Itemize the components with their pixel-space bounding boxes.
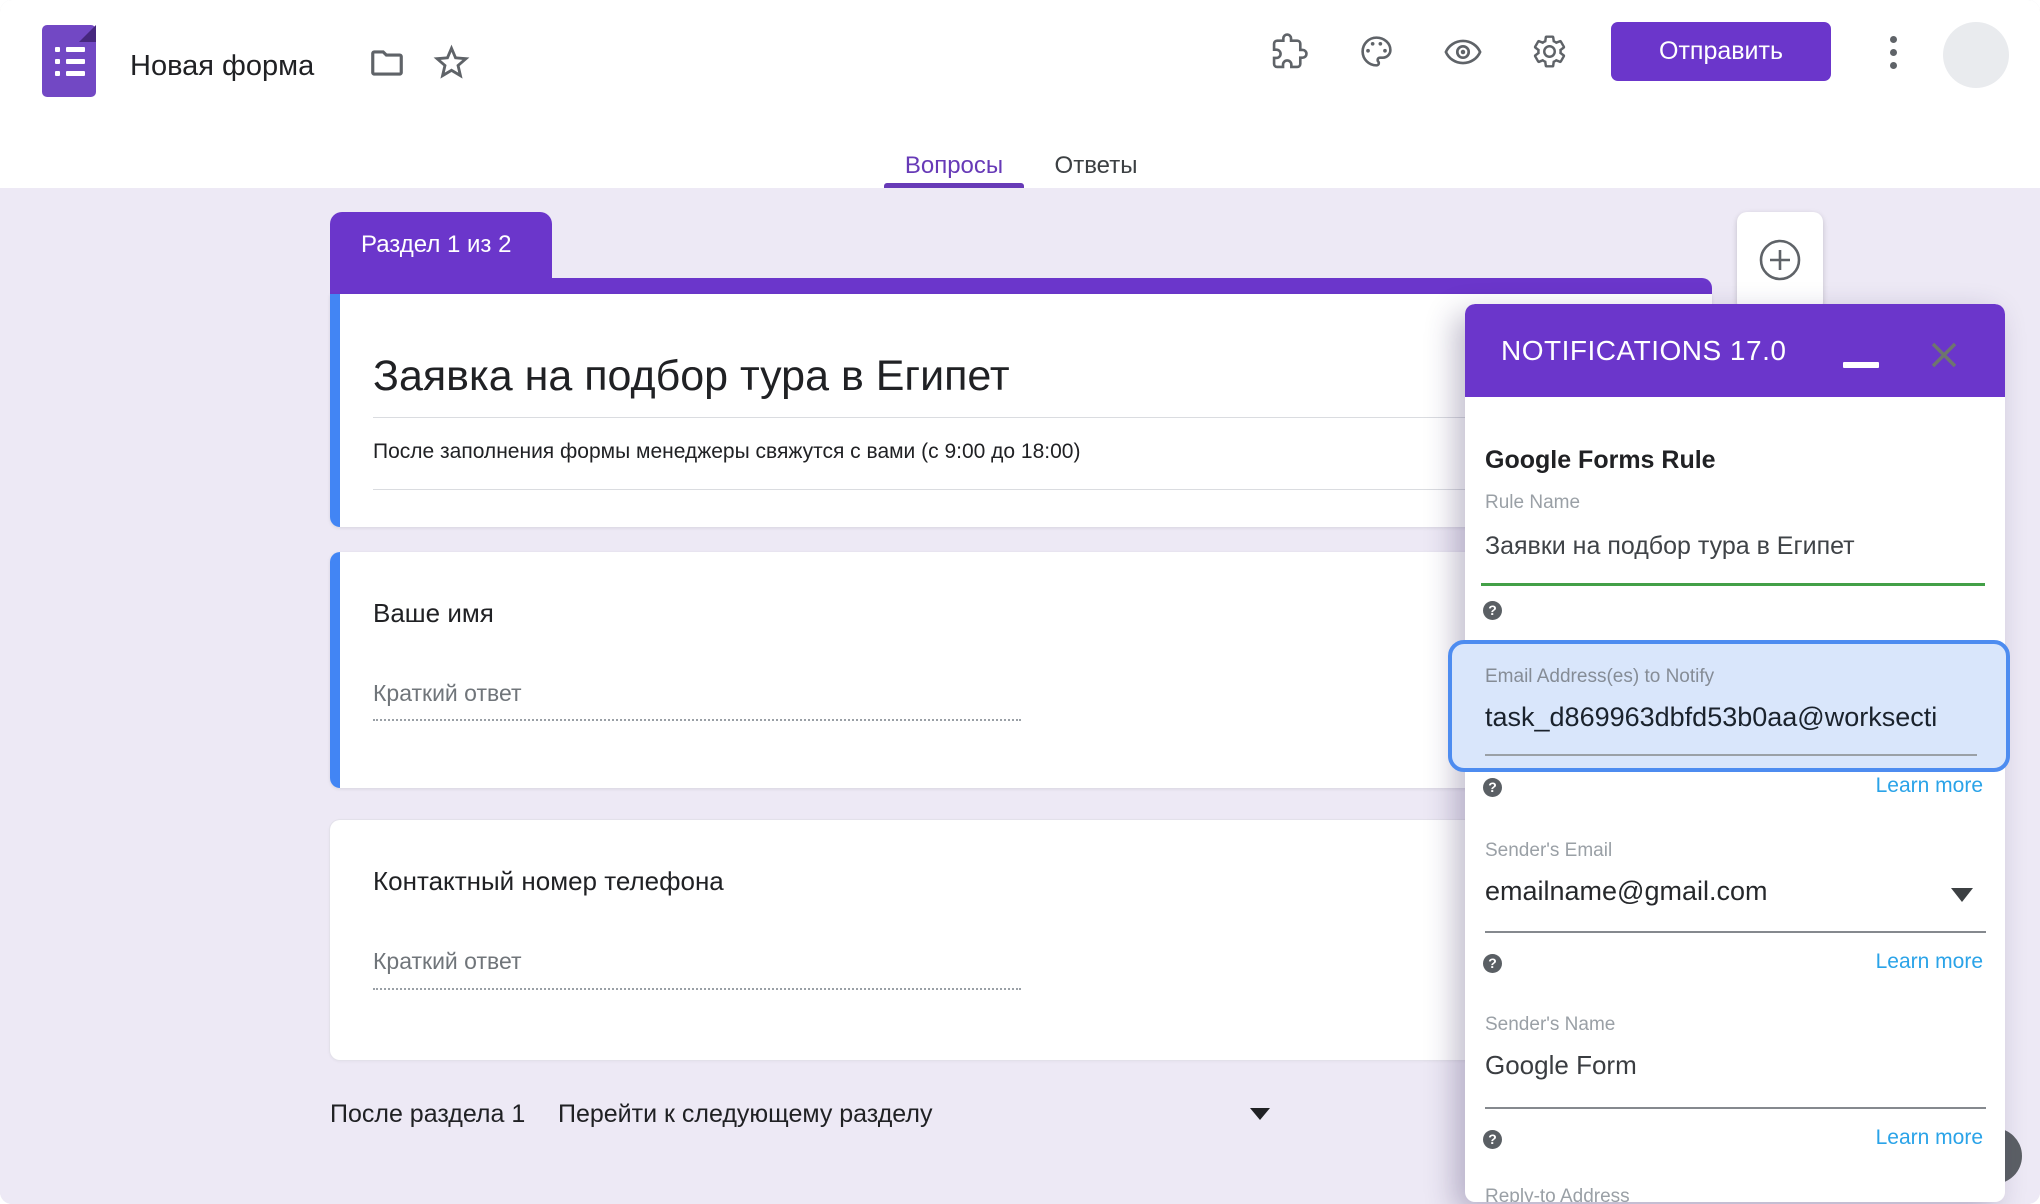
close-icon[interactable] <box>1929 340 1959 370</box>
learn-more-link[interactable]: Learn more <box>1876 1126 1983 1150</box>
field-underline <box>1485 931 1986 933</box>
send-button[interactable]: Отправить <box>1611 22 1831 81</box>
move-to-folder-icon[interactable] <box>368 44 406 82</box>
minimize-icon[interactable] <box>1843 362 1879 368</box>
question-toolbar <box>1737 212 1823 312</box>
help-icon[interactable]: ? <box>1483 778 1502 797</box>
preview-eye-icon[interactable] <box>1444 33 1482 71</box>
after-section-label: После раздела 1 <box>330 1100 526 1128</box>
sender-email-label: Sender's Email <box>1485 840 1613 861</box>
form-title-card-accent-bar <box>330 278 1712 294</box>
notify-email-highlight: Email Address(es) to Notify task_d869963… <box>1448 640 2010 772</box>
chevron-down-icon[interactable] <box>1250 1108 1270 1120</box>
notify-email-input[interactable]: task_d869963dbfd53b0aa@worksecti <box>1485 702 1985 733</box>
help-icon[interactable]: ? <box>1483 1130 1502 1149</box>
rule-name-label: Rule Name <box>1485 492 1581 513</box>
selected-card-indicator <box>330 294 340 527</box>
google-forms-logo-icon[interactable] <box>42 25 96 97</box>
panel-header: NOTIFICATIONS 17.0 <box>1465 304 2005 397</box>
account-avatar[interactable] <box>1943 22 2009 88</box>
rule-name-input[interactable]: Заявки на подбор тура в Египет <box>1485 532 1855 561</box>
question-title[interactable]: Контактный номер телефона <box>373 866 724 897</box>
section-header-tab: Раздел 1 из 2 <box>330 212 552 278</box>
learn-more-link[interactable]: Learn more <box>1876 950 1983 974</box>
selected-card-indicator <box>330 552 340 788</box>
learn-more-link[interactable]: Learn more <box>1876 774 1983 798</box>
after-section-dropdown[interactable]: Перейти к следующему разделу <box>558 1100 932 1129</box>
rule-name-valid-underline <box>1481 583 1985 586</box>
form-title-input[interactable]: Заявка на подбор тура в Египет <box>373 352 1010 401</box>
short-answer-placeholder: Краткий ответ <box>373 948 522 974</box>
google-forms-window: Новая форма Отправить Вопросы Ответы Раз… <box>0 0 2040 1204</box>
notify-email-label: Email Address(es) to Notify <box>1485 666 1715 687</box>
short-answer-line <box>373 719 1021 721</box>
help-icon[interactable]: ? <box>1483 954 1502 973</box>
tab-questions[interactable]: Вопросы <box>884 146 1024 186</box>
more-options-kebab-icon[interactable] <box>1884 34 1903 77</box>
question-title[interactable]: Ваше имя <box>373 598 494 629</box>
star-icon[interactable] <box>430 41 473 84</box>
settings-gear-icon[interactable] <box>1531 33 1568 70</box>
sender-name-label: Sender's Name <box>1485 1014 1616 1035</box>
sender-name-input[interactable]: Google Form <box>1485 1050 1637 1081</box>
sender-email-select[interactable]: emailname@gmail.com <box>1485 876 1768 907</box>
theme-palette-icon[interactable] <box>1358 33 1395 70</box>
app-bar: Новая форма Отправить Вопросы Ответы <box>0 0 2040 188</box>
panel-title: NOTIFICATIONS 17.0 <box>1501 335 1787 366</box>
short-answer-line <box>373 988 1021 990</box>
logo-fold <box>79 25 96 42</box>
field-underline <box>1485 1107 1986 1109</box>
short-answer-placeholder: Краткий ответ <box>373 680 522 706</box>
form-description-input[interactable]: После заполнения формы менеджеры свяжутс… <box>373 440 1080 464</box>
panel-heading: Google Forms Rule <box>1485 446 1716 474</box>
add-question-icon[interactable] <box>1758 238 1802 282</box>
tab-answers[interactable]: Ответы <box>1040 146 1152 186</box>
reply-to-label: Reply-to Address <box>1485 1186 1630 1202</box>
add-ons-puzzle-icon[interactable] <box>1271 33 1308 70</box>
help-icon[interactable]: ? <box>1483 601 1502 620</box>
document-title[interactable]: Новая форма <box>130 50 314 83</box>
field-underline <box>1485 754 1977 756</box>
dropdown-arrow-icon[interactable] <box>1951 888 1973 902</box>
